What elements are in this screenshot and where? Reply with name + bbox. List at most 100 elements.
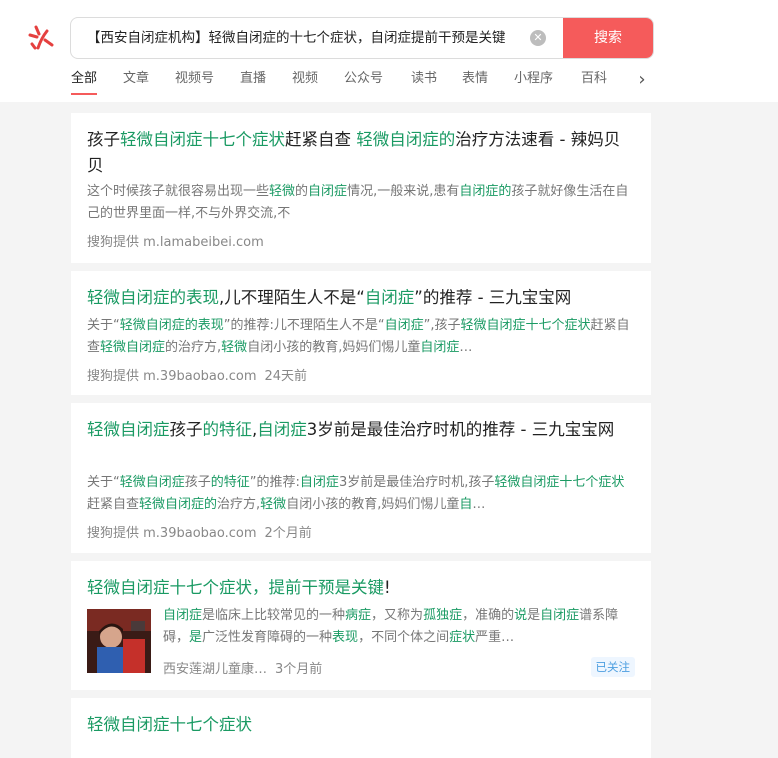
result-title[interactable]: 轻微自闭症十七个症状，提前干预是关键! <box>87 575 635 601</box>
tab-all[interactable]: 全部 <box>71 67 98 97</box>
result-snippet: 关于“轻微自闭症孩子的特征”的推荐:自闭症3岁前是最佳治疗时机,孩子轻微自闭症十… <box>87 472 635 516</box>
tab-official-accounts[interactable]: 公众号 <box>344 67 383 97</box>
tab-reading[interactable]: 读书 <box>411 67 437 97</box>
result-source: 搜狗提供 m.lamabeibei.com <box>87 235 264 250</box>
text-segment: 赶紧自查 <box>87 497 140 512</box>
text-segment: ”的推荐: <box>249 475 300 490</box>
highlighted-keyword: 轻微自闭症 <box>87 420 170 439</box>
highlighted-keyword: 自闭症 <box>364 288 415 307</box>
result-card-2[interactable]: 轻微自闭症的表现,儿不理陌生人不是“自闭症”的推荐 - 三九宝宝网 关于“轻微自… <box>71 271 651 395</box>
child-photo-thumbnail <box>87 609 151 673</box>
text-segment: 赶紧自查 <box>285 130 357 149</box>
result-meta: 搜狗提供 m.lamabeibei.com <box>87 231 264 250</box>
result-card-5[interactable]: 轻微自闭症十七个症状 <box>71 698 651 758</box>
highlighted-keyword: 轻微自闭症的表现 <box>87 288 219 307</box>
result-meta: 西安莲湖儿童康… 3个月前 <box>163 658 322 677</box>
highlighted-keyword: 是 <box>189 630 203 645</box>
text-segment: ! <box>384 578 391 597</box>
highlighted-keyword: 轻微自闭症 <box>100 340 166 355</box>
highlighted-keyword: 轻微自闭症的 <box>356 130 456 149</box>
chevron-right-icon[interactable]: › <box>634 70 650 92</box>
highlighted-keyword: 轻微 <box>269 184 296 199</box>
highlighted-keyword: 表现 <box>332 630 359 645</box>
result-card-4[interactable]: 轻微自闭症十七个症状，提前干预是关键! 自闭症 是临床上比较常见的一种病症，又称为… <box>71 561 651 690</box>
tab-live[interactable]: 直播 <box>240 67 266 97</box>
result-source[interactable]: 西安莲湖儿童康… <box>163 662 267 677</box>
result-source: 搜狗提供 m.39baobao.com <box>87 526 257 541</box>
text-segment: 严重… <box>475 630 515 645</box>
tab-mini-programs[interactable]: 小程序 <box>514 67 553 97</box>
highlighted-keyword: 轻微自闭症十七个症状 <box>460 318 591 333</box>
highlighted-keyword: 轻微 <box>260 497 287 512</box>
highlighted-keyword: 自 <box>459 497 473 512</box>
result-title[interactable]: 轻微自闭症孩子的特征,自闭症3岁前是最佳治疗时机的推荐 - 三九宝宝网 <box>87 417 635 443</box>
result-card-3[interactable]: 轻微自闭症孩子的特征,自闭症3岁前是最佳治疗时机的推荐 - 三九宝宝网 关于“ 轻… <box>71 403 651 553</box>
result-meta: 搜狗提供 m.39baobao.com 2个月前 <box>87 522 312 541</box>
result-meta: 搜狗提供 m.39baobao.com 24天前 <box>87 365 307 384</box>
text-segment: 是 <box>527 608 541 623</box>
result-card-1[interactable]: 孩子轻微自闭症十七个症状赶紧自查 轻微自闭症的治疗方法速看 - 辣妈贝贝 这个时… <box>71 113 651 263</box>
text-segment: 治疗方, <box>217 497 261 512</box>
search-box[interactable]: 【西安自闭症机构】轻微自闭症的十七个症状，自闭症提前干预是关键 ✕ 搜索 <box>70 17 654 59</box>
tab-video[interactable]: 视频 <box>292 67 318 97</box>
highlighted-keyword: 自闭症的 <box>459 184 512 199</box>
highlighted-keyword: 轻微自闭症的 <box>139 497 218 512</box>
highlighted-keyword: 说 <box>514 608 528 623</box>
highlighted-keyword: 的特征 <box>202 420 253 439</box>
highlighted-keyword: 自闭症 <box>299 475 339 490</box>
search-button[interactable]: 搜索 <box>563 18 653 58</box>
text-segment: … <box>459 340 473 355</box>
highlighted-keyword: 的特征 <box>210 475 250 490</box>
result-title[interactable]: 轻微自闭症的表现,儿不理陌生人不是“自闭症”的推荐 - 三九宝宝网 <box>87 285 635 311</box>
result-snippet: 关于“轻微自闭症的表现”的推荐:儿不理陌生人不是“自闭症”,孩子轻微自闭症十七个… <box>87 315 635 359</box>
tab-channels[interactable]: 视频号 <box>175 67 214 97</box>
result-time: 3个月前 <box>275 662 323 677</box>
highlighted-keyword: 轻微自闭症十七个症状，提前干预是关键 <box>87 578 384 597</box>
highlighted-keyword: 轻微自闭症十七个症状 <box>87 715 252 734</box>
text-segment: 3岁前是最佳治疗时机的推荐 - 三九宝宝网 <box>306 420 615 439</box>
result-source: 搜狗提供 m.39baobao.com <box>87 369 257 384</box>
highlighted-keyword: 自闭症 <box>420 340 460 355</box>
text-segment: 情况,一般来说,患有 <box>347 184 460 199</box>
category-tabs: 全部 文章 视频号 直播 视频 公众号 读书 表情 小程序 百科 <box>71 67 651 99</box>
highlighted-keyword: 病症 <box>345 608 372 623</box>
tab-encyclopedia[interactable]: 百科 <box>581 67 607 97</box>
text-segment: 广泛性发育障碍的一种 <box>202 630 333 645</box>
text-segment: 的 <box>295 184 309 199</box>
text-segment: 的治疗方, <box>165 340 222 355</box>
text-segment: 自闭小孩的教育,妈妈们惕儿童 <box>247 340 421 355</box>
result-title[interactable]: 轻微自闭症十七个症状 <box>87 712 635 738</box>
text-segment: 3岁前是最佳治疗时机,孩子 <box>338 475 495 490</box>
text-segment: ”的推荐:儿不理陌生人不是“ <box>223 318 385 333</box>
text-segment: 这个时候孩子就很容易出现一些 <box>87 184 270 199</box>
result-snippet: 这个时候孩子就很容易出现一些轻微的自闭症情况,一般来说,患有自闭症的孩子就好像生… <box>87 181 635 225</box>
highlighted-keyword: 自闭症 <box>384 318 424 333</box>
highlighted-keyword: 自闭症 <box>540 608 580 623</box>
text-segment: 关于“ <box>87 475 120 490</box>
result-time: 24天前 <box>264 369 308 384</box>
followed-badge[interactable]: 已关注 <box>590 657 635 677</box>
result-time: 2个月前 <box>264 526 312 541</box>
text-segment: ”,孩子 <box>423 318 461 333</box>
result-snippet: 自闭症是临床上比较常见的一种病症，又称为孤独症，准确的说是自闭症谱系障碍，是广泛… <box>163 605 635 649</box>
sogou-logo-icon[interactable] <box>26 22 58 54</box>
text-segment: ，准确的 <box>462 608 515 623</box>
text-segment: 孩子 <box>184 475 211 490</box>
close-circle-icon[interactable]: ✕ <box>530 30 546 46</box>
text-segment: ,儿不理陌生人不是“ <box>219 288 365 307</box>
search-input[interactable]: 【西安自闭症机构】轻微自闭症的十七个症状，自闭症提前干预是关键 <box>87 18 527 58</box>
text-segment: 是临床上比较常见的一种 <box>202 608 346 623</box>
result-thumbnail[interactable] <box>87 609 151 673</box>
result-title[interactable]: 孩子轻微自闭症十七个症状赶紧自查 轻微自闭症的治疗方法速看 - 辣妈贝贝 <box>87 127 635 179</box>
top-bar: 【西安自闭症机构】轻微自闭症的十七个症状，自闭症提前干预是关键 ✕ 搜索 全部 … <box>0 0 778 102</box>
highlighted-keyword: 轻微自闭症的表现 <box>119 318 224 333</box>
text-segment: 孩子 <box>87 130 120 149</box>
tab-articles[interactable]: 文章 <box>123 67 149 97</box>
text-segment: 关于“ <box>87 318 120 333</box>
text-segment: 自闭小孩的教育,妈妈们惕儿童 <box>286 497 460 512</box>
text-segment: … <box>472 497 486 512</box>
text-segment: ”的推荐 - 三九宝宝网 <box>414 288 572 307</box>
tab-stickers[interactable]: 表情 <box>462 67 488 97</box>
highlighted-keyword: 轻微自闭症十七个症状 <box>494 475 625 490</box>
text-segment: ，又称为 <box>371 608 424 623</box>
